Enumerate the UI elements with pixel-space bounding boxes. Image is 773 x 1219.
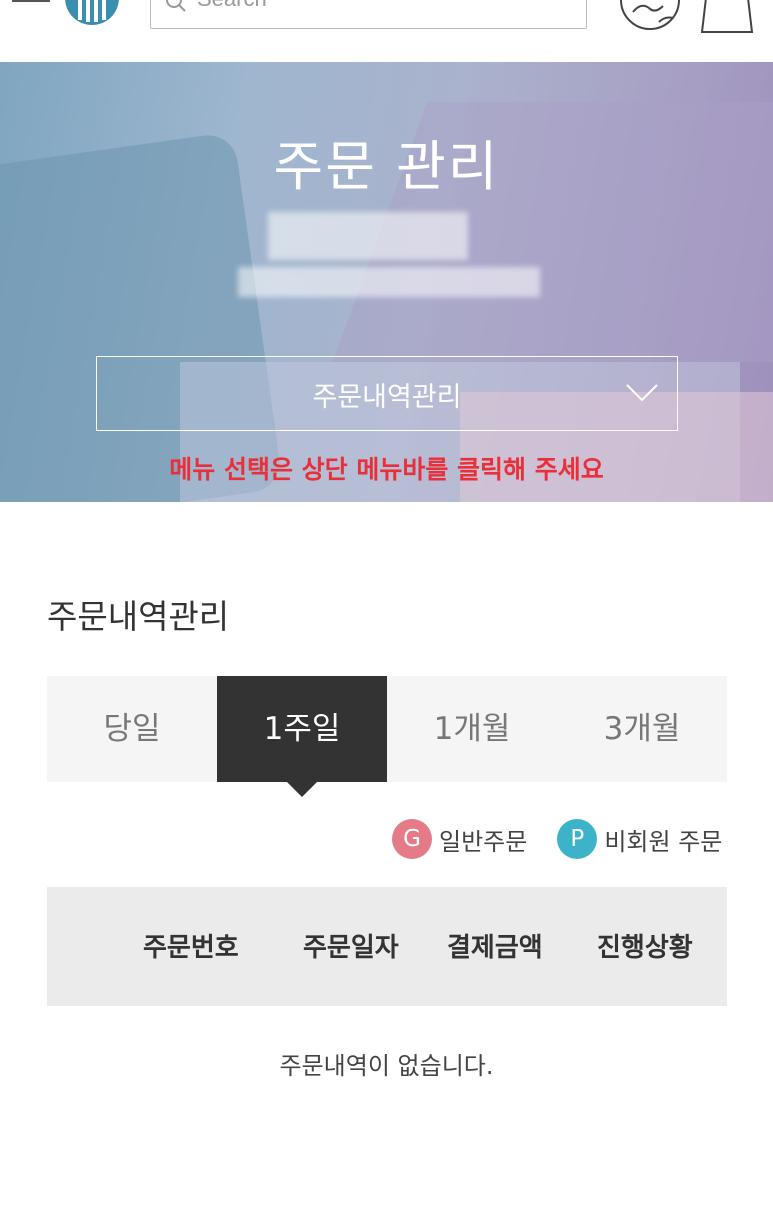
chevron-down-icon — [626, 384, 658, 402]
guest-order-badge: P — [557, 819, 598, 859]
blurred-user-info-line2 — [238, 267, 540, 297]
tab-one-week[interactable]: 1주일 — [217, 676, 387, 797]
section-title: 주문내역관리 — [47, 597, 230, 636]
top-header: Search — [0, 0, 773, 62]
column-order-date: 주문일자 — [303, 933, 399, 963]
column-payment-amount: 결제금액 — [447, 933, 543, 963]
blurred-user-info — [268, 212, 468, 260]
hamburger-menu-icon[interactable] — [12, 0, 52, 16]
column-order-number: 주문번호 — [143, 933, 239, 963]
general-order-label: 일반주문 — [439, 827, 528, 856]
hero-banner: 주문 관리 주문내역관리 메뉴 선택은 상단 메뉴바를 클릭해 주세요 — [0, 62, 773, 502]
shopping-bag-icon[interactable] — [698, 0, 756, 34]
order-table-header: 주문번호 주문일자 결제금액 진행상황 — [47, 887, 727, 1006]
order-type-legend: G 일반주문 P 비회원 주문 — [392, 819, 722, 859]
tab-one-month[interactable]: 1개월 — [387, 676, 557, 782]
tab-one-week-label: 1주일 — [263, 711, 341, 747]
page-title: 주문 관리 — [273, 135, 500, 198]
brand-logo-icon[interactable] — [64, 0, 120, 26]
tab-three-months[interactable]: 3개월 — [557, 676, 727, 782]
column-progress-status: 진행상황 — [597, 933, 693, 963]
tab-today[interactable]: 당일 — [47, 676, 217, 782]
active-tab-caret — [287, 782, 317, 797]
search-input[interactable]: Search — [197, 0, 267, 12]
period-tabs: 당일 1주일 1개월 3개월 — [47, 676, 727, 797]
search-bar[interactable]: Search — [150, 0, 587, 29]
search-icon — [166, 0, 186, 12]
account-globe-icon[interactable] — [619, 0, 681, 32]
empty-orders-message: 주문내역이 없습니다. — [279, 1052, 494, 1080]
guest-order-label: 비회원 주문 — [604, 827, 723, 856]
menu-notice: 메뉴 선택은 상단 메뉴바를 클릭해 주세요 — [169, 455, 604, 484]
menu-dropdown[interactable]: 주문내역관리 — [96, 356, 678, 431]
general-order-badge: G — [392, 819, 432, 859]
dropdown-selected-label: 주문내역관리 — [312, 382, 462, 413]
